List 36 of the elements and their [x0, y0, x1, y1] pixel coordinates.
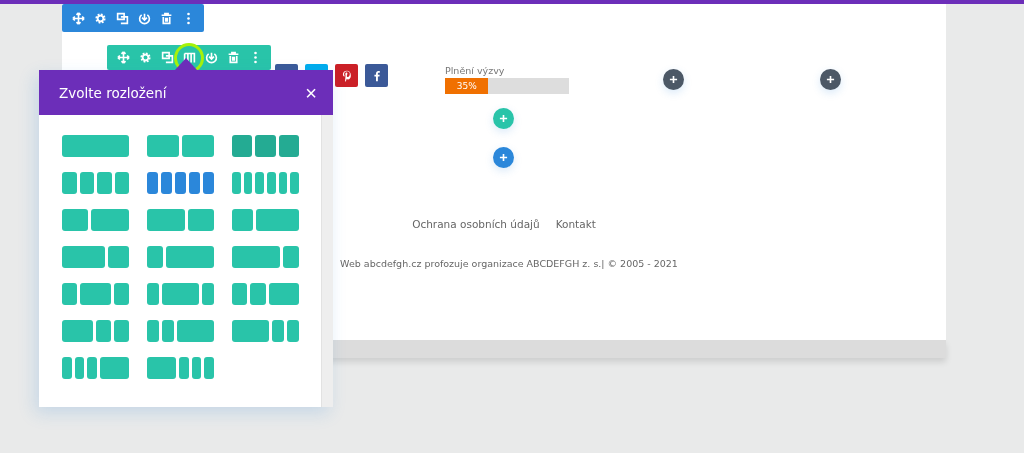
add-button[interactable] [493, 147, 514, 168]
add-button[interactable] [820, 69, 841, 90]
facebook-icon[interactable] [365, 64, 388, 87]
plus-icon [499, 114, 508, 123]
pinterest-icon[interactable] [335, 64, 358, 87]
layout-option[interactable] [147, 172, 214, 194]
layout-option[interactable] [62, 172, 129, 194]
add-button[interactable] [663, 69, 684, 90]
plus-icon [826, 75, 835, 84]
close-button[interactable]: × [305, 82, 317, 103]
layout-option[interactable] [62, 320, 129, 342]
progress-title: Plnění výzvy [445, 65, 506, 77]
layout-option[interactable] [232, 135, 299, 157]
scrollbar[interactable] [321, 115, 333, 407]
layout-option[interactable] [147, 357, 214, 379]
layout-option[interactable] [147, 283, 214, 305]
footer-link[interactable]: Kontakt [555, 218, 596, 230]
progress-reading: 35% [456, 81, 477, 91]
layout-option[interactable] [232, 172, 299, 194]
layout-option[interactable] [62, 209, 129, 231]
dialog-title: Zvolte rozložení [59, 84, 167, 101]
layout-option[interactable] [147, 209, 214, 231]
layout-option[interactable] [232, 320, 299, 342]
layout-option[interactable] [147, 135, 214, 157]
layout-option[interactable] [62, 357, 129, 379]
layout-option[interactable] [147, 246, 214, 268]
layout-option[interactable] [232, 209, 299, 231]
layout-option[interactable] [232, 283, 299, 305]
layout-option[interactable] [62, 283, 129, 305]
footer-link[interactable]: Ochrana osobních údajů [412, 218, 540, 230]
layout-option[interactable] [147, 320, 214, 342]
plus-icon [669, 75, 678, 84]
layout-option[interactable] [232, 246, 299, 268]
plus-icon [499, 153, 508, 162]
copyright-text: Web abcdefgh.cz profozuje organizace ABCDEFGH z. s.| © 2005 - 2021 [339, 258, 679, 269]
layout-option[interactable] [62, 246, 129, 268]
